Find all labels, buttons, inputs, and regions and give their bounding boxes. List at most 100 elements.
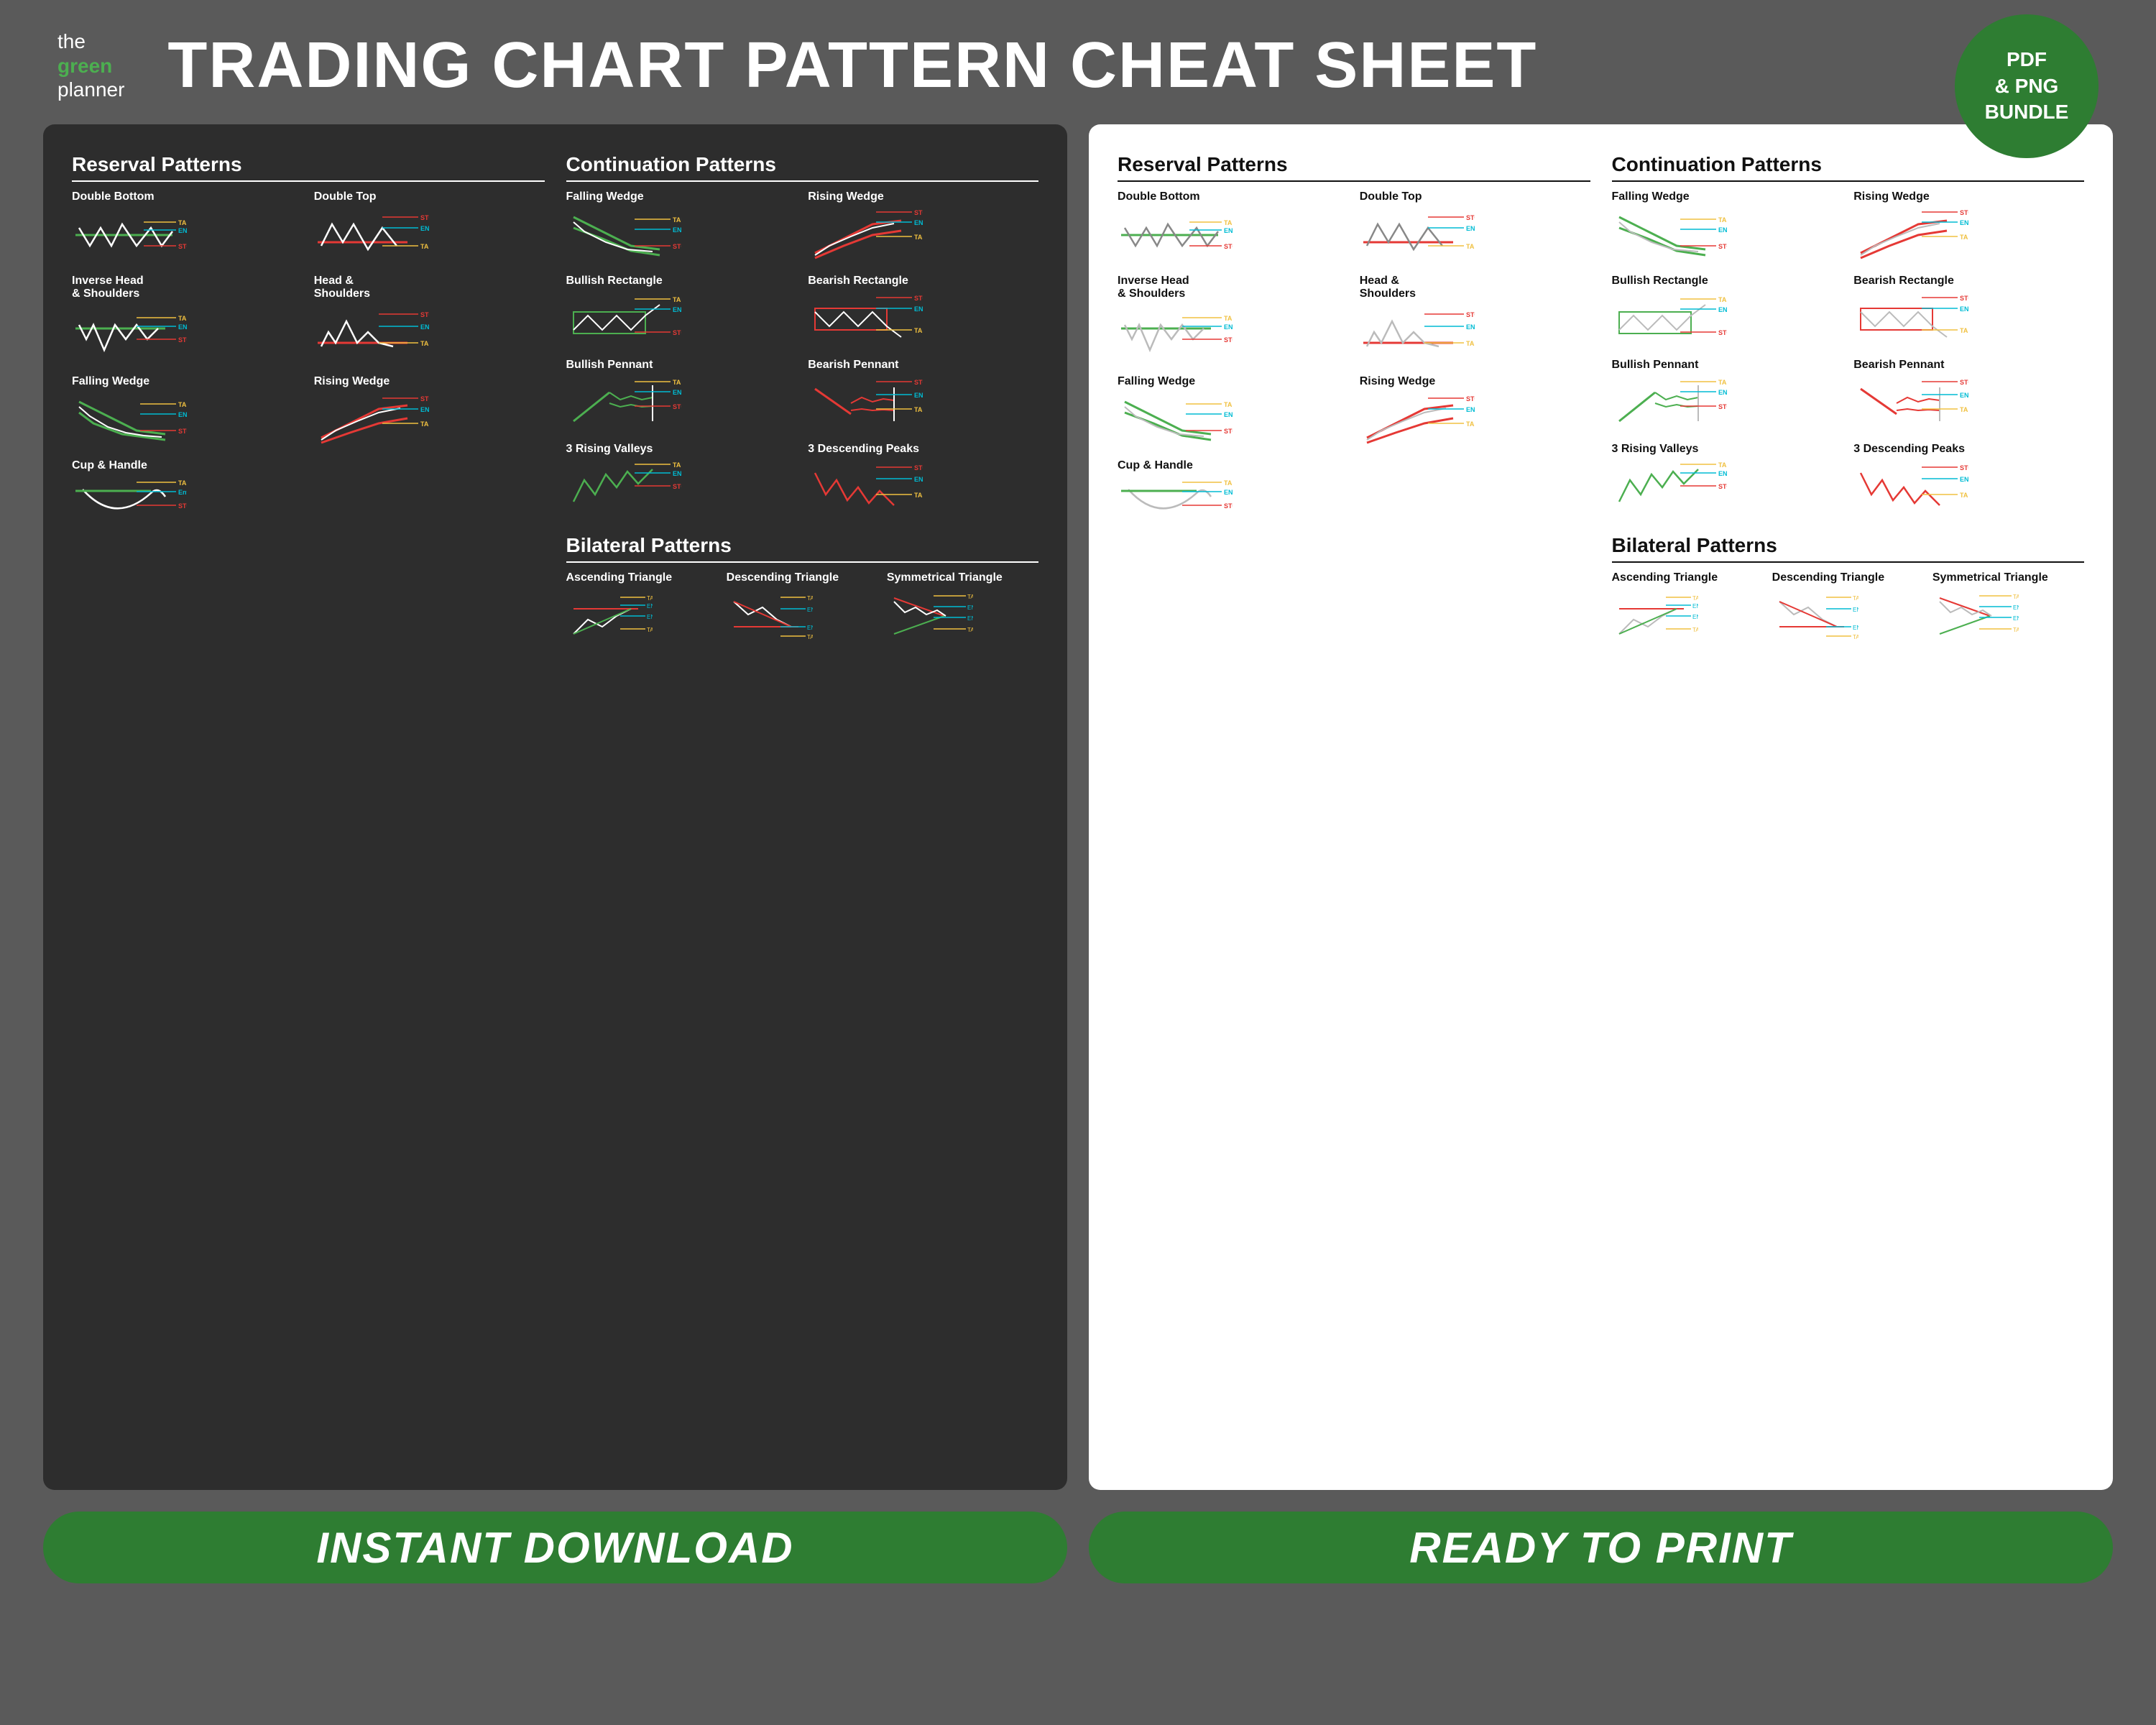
pattern-double-bottom-light: Double Bottom TARGET ENTRY STOP — [1118, 190, 1348, 267]
svg-text:ENTRY: ENTRY — [1853, 607, 1858, 613]
svg-text:TARGET: TARGET — [1960, 327, 1968, 334]
pattern-inv-hs-light: Inverse Head& Shoulders TARGET ENTRY STO… — [1118, 275, 1348, 368]
pattern-desc-tri-light: Descending Triangle TARGET ENTRY — [1772, 571, 1924, 648]
svg-text:ENTRY: ENTRY — [178, 411, 187, 418]
bullish-pennant-chart-light: TARGET ENTRY STOP — [1612, 374, 1727, 432]
svg-text:STOP: STOP — [178, 502, 187, 510]
svg-text:TARGET: TARGET — [1853, 595, 1858, 602]
svg-text:STOP: STOP — [1224, 502, 1233, 510]
svg-text:TARGET: TARGET — [1960, 406, 1968, 413]
svg-text:TARGET: TARGET — [1960, 492, 1968, 499]
svg-text:STOP: STOP — [914, 464, 923, 472]
bearish-rect-chart-light: STOP ENTRY TARGET — [1853, 290, 1968, 348]
bottom-buttons: INSTANT DOWNLOAD READY TO PRINT — [0, 1490, 2156, 1605]
svg-text:TARGET: TARGET — [1224, 315, 1233, 322]
rising-wedge-rev-chart-dark: STOP ENTRY TARGET — [314, 391, 429, 448]
3-rising-chart-dark: TARGET ENTRY STOP — [566, 459, 681, 516]
pattern-bearish-pennant-dark: Bearish Pennant STOP ENTRY TARGET — [808, 359, 1038, 436]
pattern-rising-wedge-rev-light: Rising Wedge STOP ENTRY TARGET — [1360, 375, 1590, 452]
dark-bilateral-title: Bilateral Patterns — [566, 534, 1039, 563]
svg-text:TARGET: TARGET — [420, 340, 429, 347]
svg-text:STOP: STOP — [1466, 311, 1475, 318]
svg-text:STOP: STOP — [673, 243, 681, 250]
light-sheet: Reserval Patterns Double Bottom TARGET E… — [1089, 124, 2113, 1490]
svg-text:ENTRY: ENTRY — [1224, 489, 1233, 496]
svg-text:ENTRY: ENTRY — [1960, 219, 1968, 226]
pattern-double-top-dark: Double Top STOP ENTRY TARGET — [314, 190, 545, 267]
svg-text:ENTRY: ENTRY — [1960, 392, 1968, 399]
dark-bilateral-section: Bilateral Patterns Ascending Triangle — [566, 534, 1039, 648]
pattern-3-rising-light: 3 Rising Valleys TARGET ENTRY STOP — [1612, 443, 1843, 520]
double-top-chart-dark: STOP ENTRY TARGET — [314, 206, 429, 264]
svg-text:ENTRY: ENTRY — [1692, 614, 1698, 620]
svg-text:TARGET: TARGET — [914, 406, 923, 413]
dark-reversal-section: Reserval Patterns Double Bottom TARGET E… — [72, 153, 545, 1461]
svg-text:ENTRY: ENTRY — [647, 614, 653, 620]
light-continuation-title: Continuation Patterns — [1612, 153, 2085, 182]
dark-reversal-title: Reserval Patterns — [72, 153, 545, 182]
double-bottom-chart-dark: TARGET ENTRY STOP — [72, 206, 187, 264]
header: the green planner TRADING CHART PATTERN … — [0, 0, 2156, 124]
svg-text:ENTRY: ENTRY — [673, 470, 681, 477]
bullish-rect-chart-light: TARGET ENTRY STOP — [1612, 290, 1727, 348]
light-bilateral-title: Bilateral Patterns — [1612, 534, 2085, 563]
falling-wedge-cont-chart-dark: TARGET ENTRY STOP — [566, 206, 681, 264]
svg-text:STOP: STOP — [1224, 336, 1233, 344]
svg-text:TARGET: TARGET — [647, 627, 653, 633]
svg-text:TARGET: TARGET — [1853, 634, 1858, 640]
svg-text:ENTRY: ENTRY — [1224, 227, 1233, 234]
pattern-falling-wedge-cont-dark: Falling Wedge TARGET ENTRY STOP — [566, 190, 797, 267]
svg-text:ENTRY: ENTRY — [673, 306, 681, 313]
svg-text:TARGET: TARGET — [178, 401, 187, 408]
desc-tri-chart-dark: TARGET ENTRY ENTRY TARGET — [727, 587, 813, 645]
sym-tri-chart-light: TARGET ENTRY ENTRY TARGET — [1932, 587, 2019, 645]
svg-text:STOP: STOP — [914, 295, 923, 302]
sym-tri-chart-dark: TARGET ENTRY ENTRY TARGET — [887, 587, 973, 645]
pattern-rising-wedge-cont-light: Rising Wedge STOP ENTRY TARGET — [1853, 190, 2084, 267]
svg-text:TARGET: TARGET — [1718, 216, 1727, 224]
double-top-chart-light: STOP ENTRY TARGET — [1360, 206, 1475, 264]
svg-text:STOP: STOP — [1718, 483, 1727, 490]
svg-text:TARGET: TARGET — [1224, 401, 1233, 408]
pattern-falling-wedge-cont-light: Falling Wedge TARGET ENTRY STOP — [1612, 190, 1843, 267]
svg-text:STOP: STOP — [1224, 243, 1233, 250]
print-label: READY TO PRINT — [1409, 1523, 1792, 1573]
svg-text:ENTRY: ENTRY — [807, 625, 813, 631]
rising-wedge-cont-chart-light: STOP ENTRY TARGET — [1853, 206, 1968, 264]
svg-text:ENTRY: ENTRY — [1224, 411, 1233, 418]
svg-text:TARGET: TARGET — [1718, 296, 1727, 303]
print-button[interactable]: READY TO PRINT — [1089, 1512, 2113, 1583]
svg-text:ENTRY: ENTRY — [1692, 603, 1698, 610]
svg-text:TARGET: TARGET — [1960, 234, 1968, 241]
svg-text:ENTRY: ENTRY — [914, 476, 923, 483]
svg-text:STOP: STOP — [1466, 214, 1475, 221]
rising-wedge-rev-chart-light: STOP ENTRY TARGET — [1360, 391, 1475, 448]
svg-text:TARGET: TARGET — [807, 595, 813, 602]
svg-text:ENTRY: ENTRY — [1853, 625, 1858, 631]
svg-text:TARGET: TARGET — [178, 219, 187, 226]
svg-text:ENTRY: ENTRY — [673, 389, 681, 396]
hs-chart-light: STOP ENTRY TARGET — [1360, 303, 1475, 364]
svg-text:TARGET: TARGET — [1224, 479, 1233, 487]
logo: the green planner — [57, 29, 124, 102]
cup-handle-chart-light: TARGET ENTRY STOP — [1118, 475, 1233, 533]
pattern-cup-handle-dark: Cup & Handle TARGET Entry STOP — [72, 459, 303, 536]
inv-hs-chart-dark: TARGET ENTRY STOP — [72, 303, 187, 364]
pattern-double-top-light: Double Top STOP ENTRY TARGET — [1360, 190, 1590, 267]
pattern-sym-tri-light: Symmetrical Triangle TARGET ENTRY — [1932, 571, 2084, 648]
svg-text:TARGET: TARGET — [673, 296, 681, 303]
download-button[interactable]: INSTANT DOWNLOAD — [43, 1512, 1067, 1583]
svg-text:STOP: STOP — [1960, 464, 1968, 472]
asc-tri-chart-dark: TARGET ENTRY ENTRY TARGET — [566, 587, 653, 645]
svg-text:ENTRY: ENTRY — [1718, 470, 1727, 477]
svg-text:TARGET: TARGET — [1718, 461, 1727, 469]
svg-text:ENTRY: ENTRY — [1466, 406, 1475, 413]
svg-text:TARGET: TARGET — [420, 420, 429, 428]
logo-line2: green — [57, 54, 124, 78]
pattern-asc-tri-dark: Ascending Triangle TARGET ENTRY — [566, 571, 718, 648]
svg-text:STOP: STOP — [420, 311, 429, 318]
svg-text:ENTRY: ENTRY — [1718, 389, 1727, 396]
svg-text:STOP: STOP — [673, 329, 681, 336]
bullish-pennant-chart-dark: TARGET ENTRY STOP — [566, 374, 681, 432]
pattern-3-rising-dark: 3 Rising Valleys TARGET ENTRY STOP — [566, 443, 797, 520]
